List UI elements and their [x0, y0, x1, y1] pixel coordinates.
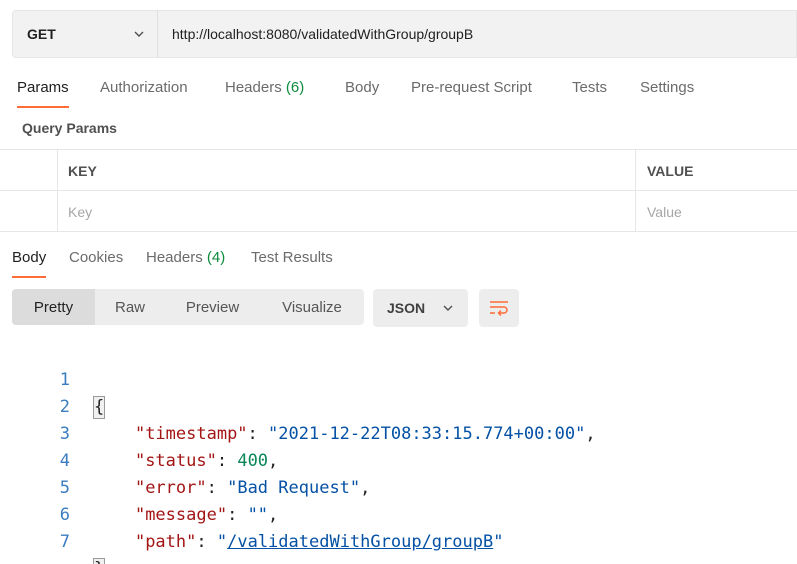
tab-pre-request-script[interactable]: Pre-request Script — [411, 78, 532, 108]
tab-label: Headers — [146, 249, 203, 266]
table-row: Key Value — [0, 191, 797, 232]
tab-headers[interactable]: Headers (6) — [225, 78, 304, 108]
tab-label: Authorization — [100, 79, 188, 96]
view-mode-group: Pretty Raw Preview Visualize — [12, 289, 364, 325]
pretty-button[interactable]: Pretty — [12, 289, 95, 325]
chevron-down-icon — [134, 31, 144, 37]
row-checkbox-cell — [0, 191, 58, 232]
method-select[interactable]: GET — [12, 10, 157, 58]
key-header: KEY — [58, 150, 636, 191]
raw-button[interactable]: Raw — [95, 289, 165, 325]
path-link[interactable]: /validatedWithGroup/groupB — [227, 532, 493, 552]
tab-label: Tests — [572, 79, 608, 96]
format-label: JSON — [387, 300, 426, 316]
preview-button[interactable]: Preview — [165, 289, 260, 325]
code-line: 2 "timestamp": "2021-12-22T08:33:15.774+… — [0, 367, 797, 444]
tab-response-body[interactable]: Body — [12, 248, 47, 278]
url-text: http://localhost:8080/validatedWithGroup… — [172, 26, 474, 42]
close-brace: } — [92, 558, 106, 564]
code-line: 1 { — [0, 340, 797, 419]
tab-label: Body — [345, 79, 380, 96]
chevron-down-icon — [443, 305, 453, 311]
table-header-row: KEY VALUE — [0, 150, 797, 191]
wrap-lines-icon — [490, 301, 508, 317]
response-tabs: Body Cookies Headers (4) Test Results — [0, 248, 797, 278]
tab-tests[interactable]: Tests — [572, 78, 607, 108]
format-select[interactable]: JSON — [373, 289, 468, 327]
url-input[interactable]: http://localhost:8080/validatedWithGroup… — [157, 10, 797, 58]
code-line: 5 "message": "", — [0, 448, 797, 525]
query-params-title: Query Params — [22, 120, 117, 136]
key-input[interactable]: Key — [58, 191, 636, 232]
url-bar: GET http://localhost:8080/validatedWithG… — [12, 10, 797, 58]
value-input[interactable]: Value — [636, 191, 797, 232]
tab-body[interactable]: Body — [345, 78, 379, 108]
code-line: 4 "error": "Bad Request", — [0, 421, 797, 498]
headers-count-badge: (6) — [285, 79, 305, 96]
wrap-lines-button[interactable] — [479, 289, 519, 327]
tab-label: Pre-request Script — [411, 79, 532, 96]
tab-test-results[interactable]: Test Results — [251, 248, 333, 278]
checkbox-column — [0, 150, 58, 191]
tab-params[interactable]: Params — [17, 78, 69, 108]
tab-label: Headers — [225, 79, 282, 96]
code-line: 3 "status": 400, — [0, 394, 797, 471]
tab-label: Settings — [640, 79, 695, 96]
code-line: 7 } — [0, 502, 797, 564]
tab-settings[interactable]: Settings — [640, 78, 694, 108]
json-quote: " — [493, 532, 504, 552]
tab-label: Params — [17, 79, 69, 96]
request-tabs: Params Authorization Headers (6) Body Pr… — [0, 78, 797, 108]
tab-label: Cookies — [69, 249, 124, 266]
method-label: GET — [27, 26, 56, 42]
tab-cookies[interactable]: Cookies — [69, 248, 123, 278]
json-key: "path" — [134, 532, 197, 552]
tab-authorization[interactable]: Authorization — [100, 78, 188, 108]
code-line: 6 "path": "/validatedWithGroup/groupB" — [0, 475, 797, 552]
headers-count-badge: (4) — [206, 249, 226, 266]
tab-label: Test Results — [251, 249, 333, 266]
tab-response-headers[interactable]: Headers (4) — [146, 248, 225, 278]
visualize-button[interactable]: Visualize — [260, 289, 364, 325]
json-quote: " — [216, 532, 228, 552]
line-number: 7 — [59, 532, 70, 552]
tab-label: Body — [12, 249, 47, 266]
query-params-table: KEY VALUE Key Value — [0, 149, 797, 233]
value-header: VALUE — [647, 162, 694, 179]
